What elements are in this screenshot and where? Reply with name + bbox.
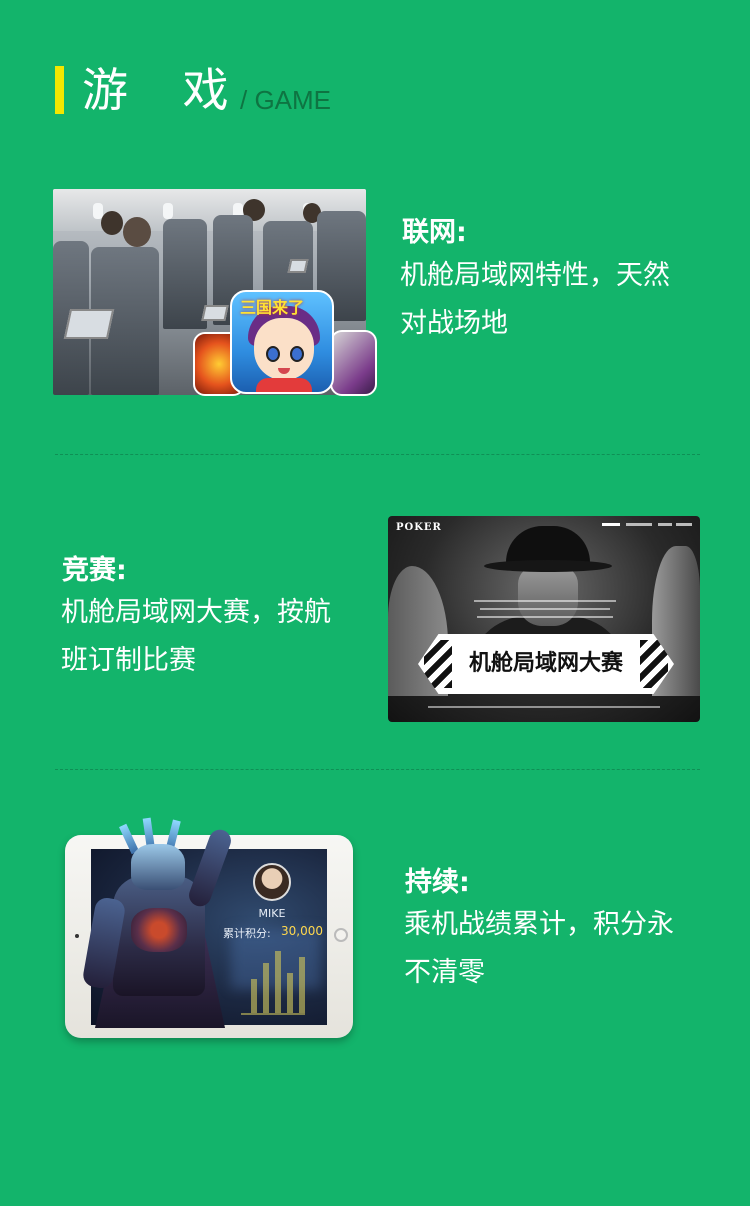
score-bar — [263, 963, 269, 1013]
score-bar-baseline — [241, 1013, 305, 1015]
player-name: MIKE — [258, 907, 286, 920]
score-bar — [275, 951, 281, 1013]
game-logo-text: 三国来了 — [240, 298, 305, 317]
tournament-banner-text: 机舱局域网大赛 — [468, 651, 623, 676]
section-title: 游 戏 — [82, 63, 249, 117]
cabin-seat — [163, 219, 207, 329]
section-divider — [55, 454, 700, 455]
feature-title-network: 联网: — [402, 217, 467, 248]
player-avatar — [253, 863, 291, 901]
warrior-arm — [185, 826, 235, 910]
poker-nav — [602, 520, 692, 530]
poker-footer-text — [428, 706, 660, 708]
cabin-window — [163, 203, 173, 219]
score-value: 30,000 — [281, 924, 323, 938]
character-body — [256, 378, 312, 392]
tournament-banner: 机舱局域网大赛 — [418, 634, 674, 694]
poker-hat-brim — [484, 560, 612, 572]
game-warrior-character — [81, 817, 235, 1028]
game-app-icon — [330, 330, 377, 396]
score-bar-chart — [251, 949, 311, 1013]
passenger-head — [123, 217, 151, 247]
warrior-chest-armor — [131, 908, 187, 952]
passenger-tablet — [63, 309, 115, 339]
score-bar — [251, 979, 257, 1013]
accent-bar — [55, 66, 64, 114]
feature-title-persistence: 持续: — [405, 867, 470, 898]
character-eye — [266, 346, 280, 362]
passenger-tablet — [201, 305, 229, 321]
score-bar — [299, 957, 305, 1013]
tablet-camera — [75, 934, 79, 938]
feature-title-competition: 竞赛: — [62, 555, 127, 586]
feature-description-persistence: 乘机战绩累计，积分永不清零 — [404, 909, 674, 988]
tablet-home-button — [334, 928, 348, 942]
feature-description-network: 机舱局域网特性，天然对战场地 — [400, 260, 670, 339]
warrior-helmet — [131, 844, 185, 890]
section-subtitle: / GAME — [240, 85, 332, 115]
section-divider — [55, 769, 700, 770]
character-eye — [290, 346, 304, 362]
poker-logo: POKER — [396, 522, 442, 533]
passenger-head — [101, 211, 123, 235]
feature-description-competition: 机舱局域网大赛，按航班订制比赛 — [61, 597, 331, 676]
passenger-tablet — [287, 259, 309, 273]
sanguo-game-icon: 三国来了 — [230, 290, 334, 394]
poker-tournament-image: POKER 机舱局域网大赛 — [388, 516, 700, 722]
score-bar — [287, 973, 293, 1013]
